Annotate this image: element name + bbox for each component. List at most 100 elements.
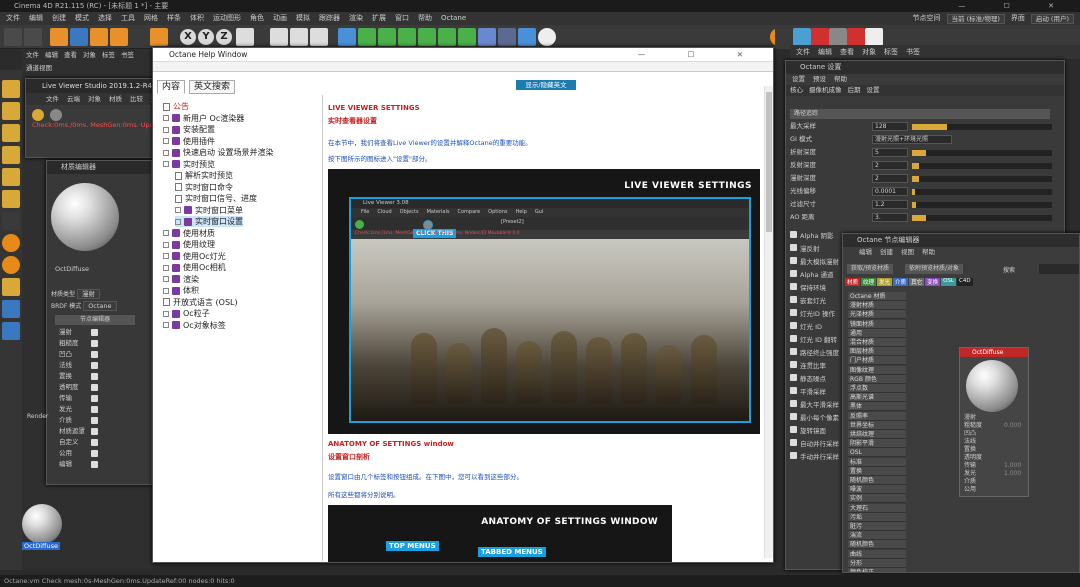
- channel-checkbox[interactable]: [91, 428, 98, 435]
- node-item[interactable]: 烘焙纹理: [848, 430, 906, 439]
- scale-icon[interactable]: [90, 28, 108, 46]
- node-item[interactable]: 标准: [848, 457, 906, 467]
- material-preview-sphere[interactable]: [51, 183, 119, 251]
- tree-item[interactable]: 实时窗口设置: [175, 216, 243, 227]
- setting-checkbox[interactable]: [790, 374, 797, 381]
- tree-item[interactable]: 使用插件: [163, 136, 215, 147]
- diffuse-port[interactable]: 透明度: [964, 454, 982, 462]
- octane-settings-tab[interactable]: 核心: [790, 85, 803, 96]
- node-item[interactable]: 浮点数: [848, 384, 906, 393]
- cube-icon[interactable]: [338, 28, 356, 46]
- object-menu-item[interactable]: 文件: [796, 45, 810, 59]
- menu-item[interactable]: 样条: [167, 12, 181, 25]
- tree-item[interactable]: 使用Oc相机: [163, 262, 226, 273]
- move-icon[interactable]: [70, 28, 88, 46]
- node-category-tab[interactable]: 变换: [925, 278, 941, 286]
- menu-item[interactable]: 帮助: [418, 12, 432, 25]
- redo-icon[interactable]: [24, 28, 42, 46]
- param-value[interactable]: 5: [872, 148, 908, 157]
- node-category-tab[interactable]: 其它: [909, 278, 925, 286]
- node-item[interactable]: 高斯光谱: [848, 393, 906, 403]
- setting-checkbox[interactable]: [790, 309, 797, 316]
- expand-icon[interactable]: [163, 149, 169, 156]
- lvs-menu-item[interactable]: 材质: [109, 93, 122, 105]
- tree-item[interactable]: Oc对象标签: [163, 320, 226, 331]
- menu-item[interactable]: 网格: [144, 12, 158, 25]
- setting-checkbox[interactable]: [790, 400, 797, 407]
- param-slider[interactable]: [912, 189, 1052, 195]
- channel-checkbox[interactable]: [91, 439, 98, 446]
- node-item[interactable]: Octane 材质: [848, 292, 906, 301]
- node-item[interactable]: 门户材质: [848, 356, 906, 366]
- expand-icon[interactable]: [163, 115, 169, 121]
- node-item[interactable]: 图像纹理: [848, 365, 906, 375]
- mograph-icon[interactable]: [458, 28, 476, 46]
- octane-settings-menu-item[interactable]: 设置: [792, 74, 805, 85]
- param-slider[interactable]: [912, 150, 1052, 156]
- node-category-tab[interactable]: 材质: [845, 278, 861, 286]
- menu-item[interactable]: 渲染: [349, 12, 363, 25]
- pencil-icon[interactable]: [478, 28, 496, 46]
- live-select-icon[interactable]: [50, 28, 68, 46]
- render-view-icon[interactable]: [290, 28, 308, 46]
- node-item[interactable]: 曲线: [848, 549, 906, 559]
- node-editor-menu-item[interactable]: 帮助: [922, 247, 935, 258]
- diffuse-port[interactable]: 公用: [964, 486, 976, 494]
- menu-item[interactable]: 扩展: [372, 12, 386, 25]
- menu-item[interactable]: 创建: [52, 12, 66, 25]
- setting-checkbox[interactable]: [790, 296, 797, 303]
- node-item[interactable]: 湍流: [848, 531, 906, 541]
- param-slider[interactable]: [912, 124, 1052, 130]
- tree-item[interactable]: 快速启动 设置场景并渲染: [163, 147, 274, 158]
- channel-checkbox[interactable]: [91, 395, 98, 402]
- node-item[interactable]: 脏污: [848, 522, 906, 531]
- channel-row[interactable]: 自定义: [47, 437, 153, 448]
- uv-mode-icon[interactable]: [2, 190, 20, 208]
- channel-checkbox[interactable]: [91, 329, 98, 336]
- left-panel-menu-item[interactable]: 书签: [121, 49, 134, 61]
- node-item[interactable]: 黑体: [848, 402, 906, 412]
- param-slider[interactable]: [912, 176, 1052, 182]
- octane-settings-menu-item[interactable]: 预设: [813, 74, 826, 85]
- expand-icon[interactable]: [163, 138, 169, 144]
- oc-live-viewer-icon[interactable]: [793, 28, 811, 46]
- tab-contents[interactable]: 内容: [157, 80, 186, 94]
- param-slider[interactable]: [912, 202, 1052, 208]
- channel-row[interactable]: 法线: [47, 360, 153, 371]
- lvs-menu-item[interactable]: 比较: [130, 93, 143, 105]
- object-menu-item[interactable]: 对象: [862, 45, 876, 59]
- oc-camera-icon[interactable]: [847, 28, 865, 46]
- menu-item[interactable]: 角色: [250, 12, 264, 25]
- param-slider[interactable]: [912, 215, 1052, 221]
- expand-icon[interactable]: [163, 322, 169, 328]
- oct-diffuse-node[interactable]: OctDiffuse 漫射 粗糙度 凹凸 法线 置换 透明度 传输 发光 介质 公用 0.000 1.…: [959, 347, 1029, 497]
- setting-check-row[interactable]: Alpha 阴影: [790, 231, 834, 242]
- expand-icon[interactable]: [163, 287, 169, 294]
- channel-checkbox[interactable]: [91, 340, 98, 347]
- expand-icon[interactable]: [163, 276, 169, 282]
- rotate-icon[interactable]: [110, 28, 128, 46]
- help-scrollbar[interactable]: [764, 86, 773, 558]
- diffuse-port[interactable]: 法线: [964, 438, 976, 446]
- node-editor-button[interactable]: 节点编辑器: [55, 315, 135, 325]
- material-thumbnail[interactable]: [22, 504, 62, 544]
- param-value[interactable]: 128: [872, 122, 908, 131]
- menu-item[interactable]: 窗口: [395, 12, 409, 25]
- expand-icon[interactable]: [163, 310, 169, 317]
- channel-checkbox[interactable]: [91, 450, 98, 457]
- y-axis-icon[interactable]: Y: [198, 29, 214, 45]
- node-item[interactable]: 阴影平滑: [848, 439, 906, 449]
- effector-icon[interactable]: [438, 28, 456, 46]
- diffuse-port[interactable]: 发光: [964, 470, 976, 478]
- menu-item[interactable]: 选择: [98, 12, 112, 25]
- channel-row[interactable]: 透明度: [47, 382, 153, 393]
- expand-icon[interactable]: [163, 230, 169, 236]
- material-thumbnail-label[interactable]: OctDiffuse: [22, 542, 61, 550]
- expand-icon[interactable]: [163, 126, 169, 133]
- node-item[interactable]: 反照率: [848, 411, 906, 421]
- menu-item[interactable]: 模式: [75, 12, 89, 25]
- channel-row[interactable]: 发光: [47, 404, 153, 415]
- setting-checkbox[interactable]: [790, 452, 797, 459]
- x-axis-icon[interactable]: X: [180, 29, 196, 45]
- setting-checkbox[interactable]: [790, 244, 797, 251]
